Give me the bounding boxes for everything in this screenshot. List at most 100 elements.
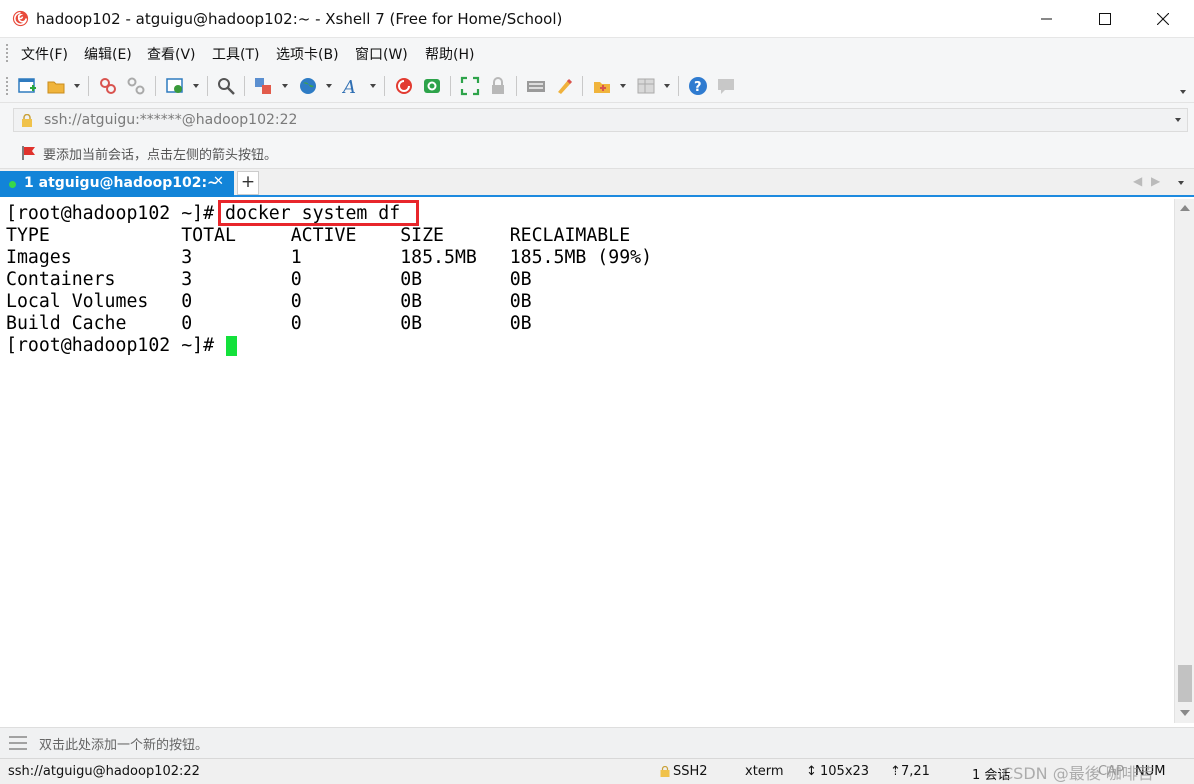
xshell-app-icon [12,10,29,27]
quick-command-bar[interactable]: 双击此处添加一个新的按钮。 [0,727,1194,758]
tab-bar: 1 atguigu@hadoop102:~ ✕ + ◀ ▶ [0,169,1194,197]
new-session-icon[interactable] [17,76,37,96]
menu-window[interactable]: 窗口(W) [355,44,408,64]
minimize-button[interactable] [1018,0,1076,38]
command-highlight-box [218,200,419,226]
tab-session-1[interactable]: 1 atguigu@hadoop102:~ ✕ [0,171,234,197]
toolbar-grip [6,77,9,95]
close-button[interactable] [1134,0,1192,38]
properties-icon[interactable] [165,76,185,96]
cursor-pos-icon: ⇡ [890,764,901,779]
toolbar-separator [516,76,517,96]
terminal-area[interactable]: [root@hadoop102 ~]# docker system df TYP… [0,199,1174,723]
address-bar: ssh://atguigu:******@hadoop102:22 [0,103,1194,136]
open-folder-icon[interactable] [46,76,66,96]
scroll-up-icon[interactable] [1180,205,1190,211]
connect-icon[interactable] [98,76,118,96]
terminal-cursor [226,336,237,356]
layout-icon[interactable] [636,76,656,96]
close-icon [1157,13,1169,25]
toolbar-overflow-icon[interactable] [1180,90,1186,94]
chevron-down-icon[interactable] [370,84,376,88]
terminal-line: Images 3 1 185.5MB 185.5MB (99%) [6,247,653,268]
title-bar: hadoop102 - atguigu@hadoop102:~ - Xshell… [0,0,1194,38]
lock-icon[interactable] [488,76,508,96]
globe-icon[interactable] [298,76,318,96]
maximize-icon [1099,13,1111,25]
status-cursor-pos: 7,21 [901,764,930,779]
tab-prev-icon[interactable]: ◀ [1133,174,1142,188]
status-connection: ssh://atguigu@hadoop102:22 [8,764,200,779]
menu-lines-icon[interactable] [9,736,27,750]
toolbar-separator [155,76,156,96]
toolbar-separator [88,76,89,96]
toolbar-separator [450,76,451,96]
chevron-down-icon[interactable] [74,84,80,88]
terminal-line: Build Cache 0 0 0B 0B [6,313,532,334]
toolbar-separator [678,76,679,96]
terminal-scrollbar[interactable] [1174,199,1194,723]
toolbar: A ? [0,69,1194,103]
status-terminal-type: xterm [745,764,784,779]
toolbar-separator [582,76,583,96]
chevron-down-icon[interactable] [193,84,199,88]
minimize-icon [1041,18,1052,20]
terminal-line: Local Volumes 0 0 0B 0B [6,291,532,312]
terminal-line: Containers 3 0 0B 0B [6,269,532,290]
status-size: 105x23 [820,764,870,779]
window-title: hadoop102 - atguigu@hadoop102:~ - Xshell… [36,10,563,28]
hint-text: 要添加当前会话，点击左侧的箭头按钮。 [43,148,278,163]
svg-text:A: A [342,77,356,96]
script-icon[interactable] [592,76,612,96]
menu-view[interactable]: 查看(V) [147,44,196,64]
find-icon[interactable] [216,76,236,96]
menu-tabs[interactable]: 选项卡(B) [276,44,339,64]
xftp-icon[interactable] [394,76,414,96]
tab-next-icon[interactable]: ▶ [1151,174,1160,188]
toolbar-separator [384,76,385,96]
help-icon[interactable]: ? [688,76,708,96]
toolbar-separator [244,76,245,96]
menu-file[interactable]: 文件(F) [21,44,68,64]
chevron-down-icon[interactable] [282,84,288,88]
chevron-down-icon[interactable] [1175,118,1181,122]
bookmark-arrow-icon[interactable] [21,145,37,161]
fullscreen-icon[interactable] [460,76,480,96]
menu-help[interactable]: 帮助(H) [425,44,474,64]
font-icon[interactable]: A [342,76,362,96]
menu-edit[interactable]: 编辑(E) [84,44,132,64]
maximize-button[interactable] [1076,0,1134,38]
xshell-plus-icon[interactable] [422,76,442,96]
chat-icon[interactable] [716,76,736,96]
chevron-down-icon[interactable] [664,84,670,88]
toolbar-separator [207,76,208,96]
highlight-icon[interactable] [554,76,574,96]
lock-icon [22,114,32,127]
quickbar-hint-text: 双击此处添加一个新的按钮。 [39,738,209,753]
tab-list-icon[interactable] [1178,181,1184,185]
disconnect-icon[interactable] [126,76,146,96]
chevron-down-icon[interactable] [620,84,626,88]
svg-text:?: ? [694,80,702,95]
menu-tools[interactable]: 工具(T) [212,44,259,64]
status-protocol: SSH2 [673,764,708,779]
lock-icon [660,766,670,777]
keyboard-icon[interactable] [526,76,546,96]
chevron-down-icon[interactable] [326,84,332,88]
resize-icon: ↕ [806,764,817,779]
terminal-line: TYPE TOTAL ACTIVE SIZE RECLAIMABLE [6,225,631,246]
scroll-down-icon[interactable] [1180,710,1190,716]
scrollbar-thumb[interactable] [1178,665,1192,702]
menu-bar: 文件(F) 编辑(E) 查看(V) 工具(T) 选项卡(B) 窗口(W) 帮助(… [0,38,1194,69]
add-tab-button[interactable]: + [237,171,259,195]
tab-label: 1 atguigu@hadoop102:~ [24,175,219,191]
transfer-icon[interactable] [253,76,273,96]
menubar-grip [6,44,9,62]
watermark: CSDN @最後 咖啡苦 [1002,764,1154,783]
terminal-line: [root@hadoop102 ~]# [6,335,225,356]
tab-close-icon[interactable]: ✕ [213,174,224,189]
address-text: ssh://atguigu:******@hadoop102:22 [44,112,298,128]
address-field[interactable]: ssh://atguigu:******@hadoop102:22 [13,108,1188,132]
session-hint-bar: 要添加当前会话，点击左侧的箭头按钮。 [0,136,1194,169]
connected-status-icon [9,181,16,188]
